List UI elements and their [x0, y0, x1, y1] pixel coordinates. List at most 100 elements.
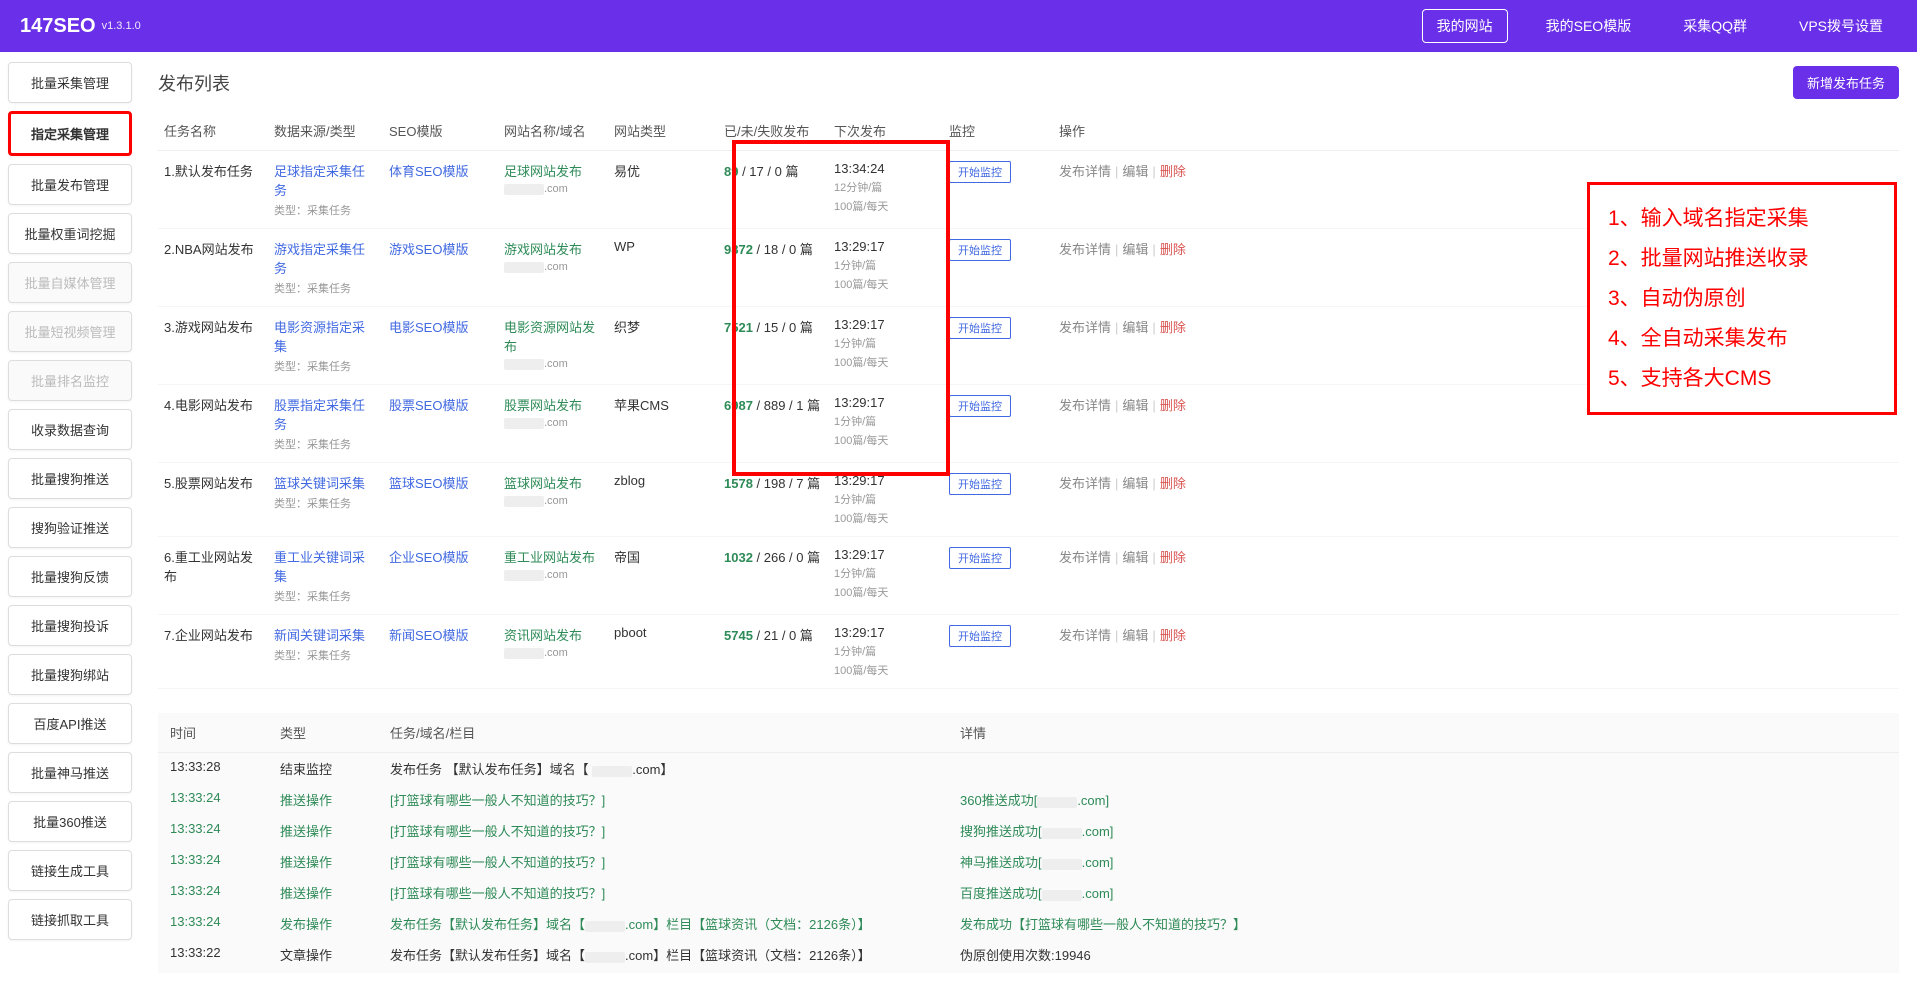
seo-template-link[interactable]: 电影SEO模版	[389, 320, 468, 335]
log-row: 13:33:22文章操作发布任务【默认发布任务】域名【xxxxx.com】栏目【…	[158, 970, 1899, 973]
log-header-time: 时间	[164, 723, 274, 742]
log-body[interactable]: 13:33:28结束监控发布任务 【默认发布任务】域名【 xxxxx.com】1…	[158, 753, 1899, 973]
edit-link[interactable]: 编辑	[1122, 550, 1148, 565]
sidebar-item-9[interactable]: 搜狗验证推送	[8, 507, 132, 548]
site-name-link[interactable]: 电影资源网站发布	[504, 320, 595, 354]
sidebar-item-13[interactable]: 百度API推送	[8, 703, 132, 744]
site-name-link[interactable]: 足球网站发布	[504, 164, 582, 179]
seo-template-link[interactable]: 游戏SEO模版	[389, 242, 468, 257]
log-header-type: 类型	[274, 723, 384, 742]
seo-template-link[interactable]: 新闻SEO模版	[389, 628, 468, 643]
data-source-link[interactable]: 游戏指定采集任务	[274, 242, 365, 276]
sidebar-item-11[interactable]: 批量搜狗投诉	[8, 605, 132, 646]
log-row: 13:33:24推送操作[打篮球有哪些一般人不知道的技巧？]360推送成功[xx…	[158, 784, 1899, 815]
nav-seo-templates[interactable]: 我的SEO模版	[1532, 10, 1646, 42]
edit-link[interactable]: 编辑	[1122, 242, 1148, 257]
sidebar-item-10[interactable]: 批量搜狗反馈	[8, 556, 132, 597]
sidebar-item-4: 批量自媒体管理	[8, 262, 132, 303]
next-publish: 13:29:171分钟/篇100篇/每天	[828, 229, 943, 307]
publish-detail-link[interactable]: 发布详情	[1059, 320, 1111, 335]
source-type: 类型：采集任务	[274, 358, 377, 374]
app-header: 147SEO v1.3.1.0 我的网站 我的SEO模版 采集QQ群 VPS拨号…	[0, 0, 1917, 52]
sidebar-item-2[interactable]: 批量发布管理	[8, 164, 132, 205]
data-source-link[interactable]: 足球指定采集任务	[274, 164, 365, 198]
data-source-link[interactable]: 股票指定采集任务	[274, 398, 365, 432]
data-source-link[interactable]: 新闻关键词采集	[274, 628, 365, 643]
edit-link[interactable]: 编辑	[1122, 476, 1148, 491]
log-task: [打篮球有哪些一般人不知道的技巧？]	[384, 883, 954, 902]
start-monitor-button[interactable]: 开始监控	[949, 473, 1011, 495]
source-type: 类型：采集任务	[274, 436, 377, 452]
edit-link[interactable]: 编辑	[1122, 320, 1148, 335]
sidebar-item-7[interactable]: 收录数据查询	[8, 409, 132, 450]
table-header-5: 已/未/失败发布	[718, 111, 828, 151]
site-name-link[interactable]: 重工业网站发布	[504, 550, 595, 565]
publish-detail-link[interactable]: 发布详情	[1059, 550, 1111, 565]
nav-my-sites[interactable]: 我的网站	[1422, 9, 1508, 43]
task-name: 1.默认发布任务	[158, 151, 268, 229]
sidebar-item-16[interactable]: 链接生成工具	[8, 850, 132, 891]
task-name: 2.NBA网站发布	[158, 229, 268, 307]
publish-detail-link[interactable]: 发布详情	[1059, 164, 1111, 179]
publish-detail-link[interactable]: 发布详情	[1059, 476, 1111, 491]
data-source-link[interactable]: 重工业关键词采集	[274, 550, 365, 584]
data-source-link[interactable]: 电影资源指定采集	[274, 320, 365, 354]
publish-detail-link[interactable]: 发布详情	[1059, 628, 1111, 643]
log-detail	[954, 759, 1893, 778]
sidebar-item-3[interactable]: 批量权重词挖掘	[8, 213, 132, 254]
site-name-link[interactable]: 资讯网站发布	[504, 628, 582, 643]
sidebar-item-17[interactable]: 链接抓取工具	[8, 899, 132, 940]
new-publish-task-button[interactable]: 新增发布任务	[1793, 66, 1899, 99]
delete-link[interactable]: 删除	[1160, 550, 1186, 565]
sidebar-item-14[interactable]: 批量神马推送	[8, 752, 132, 793]
site-domain: xxx.com	[504, 417, 602, 429]
nav-qq-group[interactable]: 采集QQ群	[1669, 10, 1761, 42]
start-monitor-button[interactable]: 开始监控	[949, 239, 1011, 261]
delete-link[interactable]: 删除	[1160, 242, 1186, 257]
site-type: pboot	[608, 615, 718, 689]
start-monitor-button[interactable]: 开始监控	[949, 547, 1011, 569]
log-task: 发布任务【默认发布任务】域名【xxxxx.com】栏目【篮球资讯（文档：2126…	[384, 945, 954, 964]
task-name: 7.企业网站发布	[158, 615, 268, 689]
callout-item-1: 2、批量网站推送收录	[1608, 239, 1876, 279]
sidebar-item-1[interactable]: 指定采集管理	[8, 111, 132, 156]
start-monitor-button[interactable]: 开始监控	[949, 161, 1011, 183]
site-domain: xxx.com	[504, 569, 602, 581]
log-time: 13:33:28	[164, 759, 274, 778]
data-source-link[interactable]: 篮球关键词采集	[274, 476, 365, 491]
log-type: 推送操作	[274, 852, 384, 871]
site-type: zblog	[608, 463, 718, 537]
table-header-1: 数据来源/类型	[268, 111, 383, 151]
delete-link[interactable]: 删除	[1160, 476, 1186, 491]
sidebar-item-15[interactable]: 批量360推送	[8, 801, 132, 842]
start-monitor-button[interactable]: 开始监控	[949, 317, 1011, 339]
nav-vps-dial[interactable]: VPS拨号设置	[1785, 10, 1897, 42]
site-name-link[interactable]: 游戏网站发布	[504, 242, 582, 257]
log-task: 发布任务 【默认发布任务】域名【 xxxxx.com】	[384, 759, 954, 778]
edit-link[interactable]: 编辑	[1122, 628, 1148, 643]
edit-link[interactable]: 编辑	[1122, 398, 1148, 413]
seo-template-link[interactable]: 篮球SEO模版	[389, 476, 468, 491]
delete-link[interactable]: 删除	[1160, 398, 1186, 413]
table-row: 5.股票网站发布篮球关键词采集类型：采集任务篮球SEO模版篮球网站发布xxx.c…	[158, 463, 1899, 537]
delete-link[interactable]: 删除	[1160, 320, 1186, 335]
sidebar-item-0[interactable]: 批量采集管理	[8, 62, 132, 103]
publish-detail-link[interactable]: 发布详情	[1059, 242, 1111, 257]
start-monitor-button[interactable]: 开始监控	[949, 395, 1011, 417]
edit-link[interactable]: 编辑	[1122, 164, 1148, 179]
site-type: 易优	[608, 151, 718, 229]
log-type: 推送操作	[274, 821, 384, 840]
seo-template-link[interactable]: 股票SEO模版	[389, 398, 468, 413]
seo-template-link[interactable]: 体育SEO模版	[389, 164, 468, 179]
page-title: 发布列表	[158, 70, 230, 96]
start-monitor-button[interactable]: 开始监控	[949, 625, 1011, 647]
sidebar-item-12[interactable]: 批量搜狗绑站	[8, 654, 132, 695]
delete-link[interactable]: 删除	[1160, 164, 1186, 179]
sidebar-item-8[interactable]: 批量搜狗推送	[8, 458, 132, 499]
site-name-link[interactable]: 篮球网站发布	[504, 476, 582, 491]
seo-template-link[interactable]: 企业SEO模版	[389, 550, 468, 565]
site-name-link[interactable]: 股票网站发布	[504, 398, 582, 413]
delete-link[interactable]: 删除	[1160, 628, 1186, 643]
publish-detail-link[interactable]: 发布详情	[1059, 398, 1111, 413]
callout-item-0: 1、输入域名指定采集	[1608, 199, 1876, 239]
